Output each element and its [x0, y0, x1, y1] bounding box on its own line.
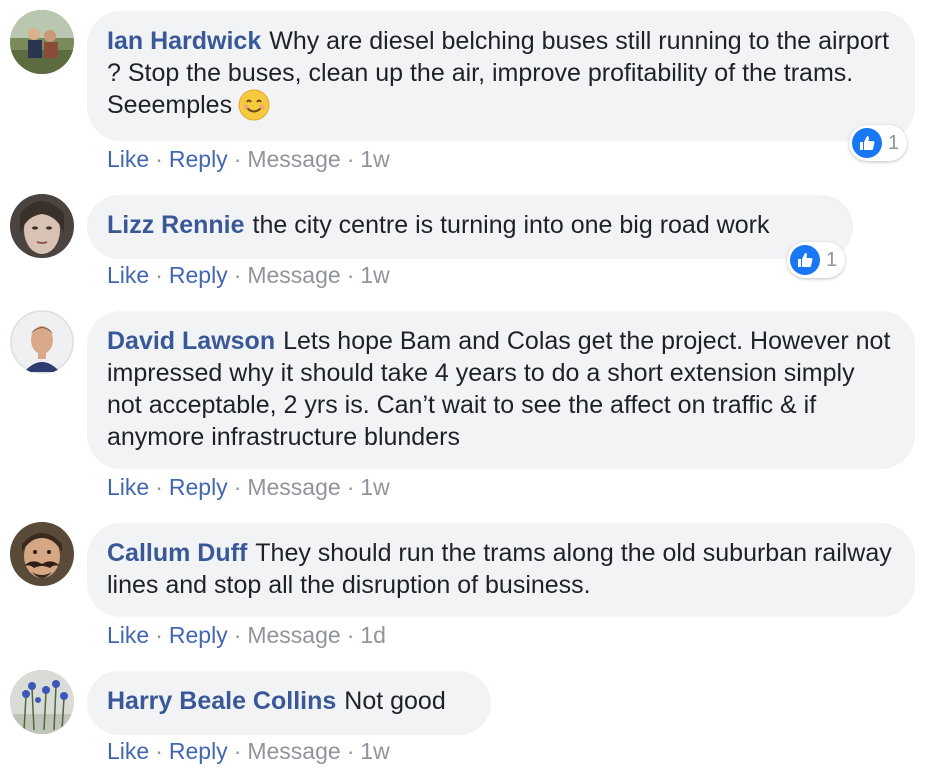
smiling-face-icon: [238, 89, 270, 121]
separator-dot: ·: [155, 146, 163, 172]
separator-dot: ·: [346, 146, 355, 172]
message-link[interactable]: Message: [247, 622, 340, 648]
separator-dot: ·: [346, 622, 355, 648]
separator-dot: ·: [346, 262, 355, 288]
comment-actions: Like · Reply · Message · 1d: [107, 622, 386, 649]
separator-dot: ·: [233, 738, 242, 764]
like-link[interactable]: Like: [107, 262, 149, 288]
like-link[interactable]: Like: [107, 474, 149, 500]
message-link[interactable]: Message: [247, 262, 340, 288]
comment-bubble: David Lawson Lets hope Bam and Colas get …: [87, 311, 915, 469]
comment-actions: Like · Reply · Message · 1w: [107, 146, 390, 173]
like-link[interactable]: Like: [107, 622, 149, 648]
timestamp[interactable]: 1w: [360, 146, 389, 172]
avatar[interactable]: [10, 10, 74, 74]
separator-dot: ·: [155, 738, 163, 764]
reply-link[interactable]: Reply: [169, 622, 228, 648]
comment-bubble: Callum Duff They should run the trams alo…: [87, 523, 915, 617]
avatar[interactable]: [10, 670, 74, 734]
comment-author[interactable]: David Lawson: [107, 327, 275, 355]
comment-bubble: Harry Beale Collins Not good: [87, 671, 491, 735]
comment-author[interactable]: Harry Beale Collins: [107, 687, 336, 715]
comment-author[interactable]: Lizz Rennie: [107, 211, 245, 239]
reply-link[interactable]: Reply: [169, 146, 228, 172]
separator-dot: ·: [233, 146, 242, 172]
reply-link[interactable]: Reply: [169, 262, 228, 288]
avatar[interactable]: [10, 194, 74, 258]
timestamp[interactable]: 1w: [360, 738, 389, 764]
timestamp[interactable]: 1w: [360, 474, 389, 500]
separator-dot: ·: [346, 474, 355, 500]
separator-dot: ·: [233, 262, 242, 288]
timestamp[interactable]: 1d: [360, 622, 386, 648]
comment-bubble: Ian Hardwick Why are diesel belching buse…: [87, 11, 915, 141]
avatar-photo: [10, 310, 74, 374]
comment-actions: Like · Reply · Message · 1w: [107, 262, 390, 289]
avatar-photo: [10, 522, 74, 586]
timestamp[interactable]: 1w: [360, 262, 389, 288]
avatar-photo: [10, 194, 74, 258]
reaction-summary[interactable]: 1: [787, 242, 846, 278]
avatar-photo: [10, 670, 74, 734]
message-link[interactable]: Message: [247, 474, 340, 500]
separator-dot: ·: [346, 738, 355, 764]
comment-actions: Like · Reply · Message · 1w: [107, 474, 390, 501]
reaction-count: 1: [826, 248, 838, 271]
reply-link[interactable]: Reply: [169, 738, 228, 764]
thumbs-up-icon: [790, 245, 820, 275]
reply-link[interactable]: Reply: [169, 474, 228, 500]
avatar-photo: [10, 10, 74, 74]
separator-dot: ·: [155, 622, 163, 648]
comment-text: Not good: [344, 687, 446, 715]
comment-text: the city centre is turning into one big …: [252, 211, 770, 239]
reaction-summary[interactable]: 1: [849, 125, 908, 161]
thumbs-up-icon: [852, 128, 882, 158]
message-link[interactable]: Message: [247, 146, 340, 172]
separator-dot: ·: [155, 262, 163, 288]
like-link[interactable]: Like: [107, 738, 149, 764]
avatar[interactable]: [10, 522, 74, 586]
separator-dot: ·: [155, 474, 163, 500]
separator-dot: ·: [233, 474, 242, 500]
like-link[interactable]: Like: [107, 146, 149, 172]
reaction-count: 1: [888, 131, 900, 154]
separator-dot: ·: [233, 622, 242, 648]
comment-actions: Like · Reply · Message · 1w: [107, 738, 390, 765]
avatar[interactable]: [10, 310, 74, 374]
comment-author[interactable]: Ian Hardwick: [107, 27, 261, 55]
message-link[interactable]: Message: [247, 738, 340, 764]
comment-author[interactable]: Callum Duff: [107, 539, 247, 567]
comment-bubble: Lizz Rennie the city centre is turning in…: [87, 195, 853, 259]
